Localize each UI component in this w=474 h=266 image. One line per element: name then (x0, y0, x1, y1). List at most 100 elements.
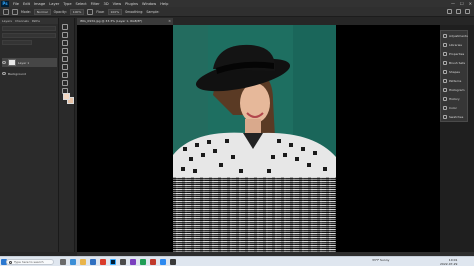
search-placeholder: Type here to search (14, 260, 44, 264)
menu-type[interactable]: Type (61, 2, 73, 6)
brush-preset-icon[interactable] (12, 8, 18, 15)
document-tab[interactable]: IMG_0934.jpg @ 33.3% (Layer 1, RGB/8*) × (77, 18, 173, 25)
tools-panel (59, 18, 75, 252)
panel-adjustments[interactable]: Adjustments (441, 31, 468, 40)
document-title: IMG_0934.jpg @ 33.3% (Layer 1, RGB/8*) (80, 19, 143, 23)
color-icon (443, 105, 447, 110)
app-icon[interactable] (140, 259, 146, 265)
menu-help[interactable]: Help (158, 2, 170, 6)
layer-name: Layer 1 (18, 60, 30, 65)
panel-label: Libraries (449, 42, 462, 47)
options-right-icons (447, 9, 470, 14)
marquee-tool-icon[interactable] (62, 32, 68, 38)
history-icon (443, 96, 447, 101)
glitch-stripe-area (173, 177, 336, 252)
shapes-icon (443, 69, 447, 74)
layer-row-layer-1[interactable]: Layer 1 (2, 58, 57, 67)
maximize-button[interactable]: ☐ (460, 0, 464, 7)
menu-bar: Ps File Edit Image Layer Type Select Fil… (0, 0, 474, 7)
layers-panel: Layers Channels Paths Layer 1 Background (0, 18, 338, 252)
swatches-icon (443, 114, 447, 119)
menu-view[interactable]: View (111, 2, 124, 6)
panel-color[interactable]: Color (441, 103, 467, 112)
panel-brush-sets[interactable]: Brush Sets (441, 58, 467, 67)
tab-channels[interactable]: Channels (15, 19, 29, 23)
layer-row-background[interactable]: Background (2, 69, 338, 246)
task-view-icon[interactable] (60, 259, 66, 265)
menu-edit[interactable]: Edit (21, 2, 32, 6)
brush-icon (443, 60, 447, 65)
edge-browser-icon[interactable] (70, 259, 76, 265)
workspace-icon[interactable] (456, 9, 461, 14)
store-icon[interactable] (90, 259, 96, 265)
panel-label: Swatches (449, 114, 464, 119)
window-controls: — ☐ ✕ (451, 0, 472, 7)
panel-label: Brush Sets (449, 60, 466, 65)
app-icon[interactable] (120, 259, 126, 265)
menu-select[interactable]: Select (74, 2, 89, 6)
menu-window[interactable]: Window (140, 2, 158, 6)
visibility-eye-icon[interactable] (2, 61, 6, 64)
panel-label: Patterns (449, 78, 462, 83)
opacity-field[interactable]: 100% (69, 8, 85, 15)
menu-3d[interactable]: 3D (102, 2, 111, 6)
app-icon[interactable] (130, 259, 136, 265)
sample-label: Sample: (146, 9, 160, 14)
panel-shapes[interactable]: Shapes (441, 67, 467, 76)
file-explorer-icon[interactable] (80, 259, 86, 265)
quick-select-tool-icon[interactable] (62, 48, 68, 54)
layer-thumbnail (8, 59, 16, 66)
menu-image[interactable]: Image (32, 2, 47, 6)
lasso-tool-icon[interactable] (62, 40, 68, 46)
visibility-eye-icon[interactable] (2, 72, 6, 75)
share-icon[interactable] (465, 9, 470, 14)
flow-field[interactable]: 100% (107, 8, 123, 15)
smoothing-label: Smoothing: (125, 9, 144, 14)
menu-plugins[interactable]: Plugins (123, 2, 140, 6)
app-icon[interactable] (160, 259, 166, 265)
app-icon[interactable] (170, 259, 176, 265)
chrome-icon[interactable] (100, 259, 106, 265)
panel-history[interactable]: History (441, 94, 467, 103)
minimize-button[interactable]: — (451, 0, 455, 7)
panel-histogram[interactable]: Histogram (441, 85, 467, 94)
weather-widget[interactable]: 33°F Sunny (372, 258, 389, 262)
app-icon[interactable] (150, 259, 156, 265)
search-icon[interactable] (447, 9, 452, 14)
menu-file[interactable]: File (11, 2, 21, 6)
menu-filter[interactable]: Filter (89, 2, 102, 6)
taskbar-search-input[interactable]: Type here to search (6, 259, 54, 265)
move-tool-icon[interactable] (62, 24, 68, 30)
brush-tool-icon[interactable] (62, 80, 68, 86)
blend-mode-row[interactable] (2, 33, 56, 38)
menu-layer[interactable]: Layer (47, 2, 61, 6)
panel-label: Adjustments (449, 33, 468, 38)
foreground-color-swatch[interactable] (63, 93, 70, 100)
layer-filter-row[interactable] (2, 26, 56, 31)
mode-select[interactable]: Normal (33, 8, 51, 15)
layer-name: Background (8, 71, 26, 76)
close-icon[interactable]: × (168, 18, 171, 25)
properties-icon (443, 51, 447, 56)
clock-date: 2022-07-29 (440, 262, 458, 266)
panel-properties[interactable]: Properties (441, 49, 467, 58)
system-clock[interactable]: 10:01 2022-07-29 (440, 258, 457, 266)
tab-layers[interactable]: Layers (2, 19, 12, 23)
tab-paths[interactable]: Paths (32, 19, 40, 23)
tool-preset-icon[interactable] (3, 8, 9, 15)
eyedropper-tool-icon[interactable] (62, 64, 68, 70)
pressure-opacity-icon[interactable] (87, 8, 94, 15)
photoshop-taskbar-icon[interactable] (110, 259, 116, 265)
panel-swatches[interactable]: Swatches (441, 112, 467, 121)
panel-flyout: Adjustments Libraries Properties Brush S… (440, 30, 468, 122)
opacity-label: Opacity: (53, 9, 67, 14)
panel-libraries[interactable]: Libraries (441, 40, 467, 49)
windows-taskbar: Type here to search 33°F Sunny 10:01 202… (0, 256, 474, 266)
healing-brush-tool-icon[interactable] (62, 72, 68, 78)
close-button[interactable]: ✕ (469, 0, 472, 7)
layers-panel-tabs: Layers Channels Paths (0, 18, 58, 24)
lock-row[interactable] (2, 40, 32, 45)
crop-tool-icon[interactable] (62, 56, 68, 62)
adjustments-icon (443, 33, 447, 38)
panel-patterns[interactable]: Patterns (441, 76, 467, 85)
